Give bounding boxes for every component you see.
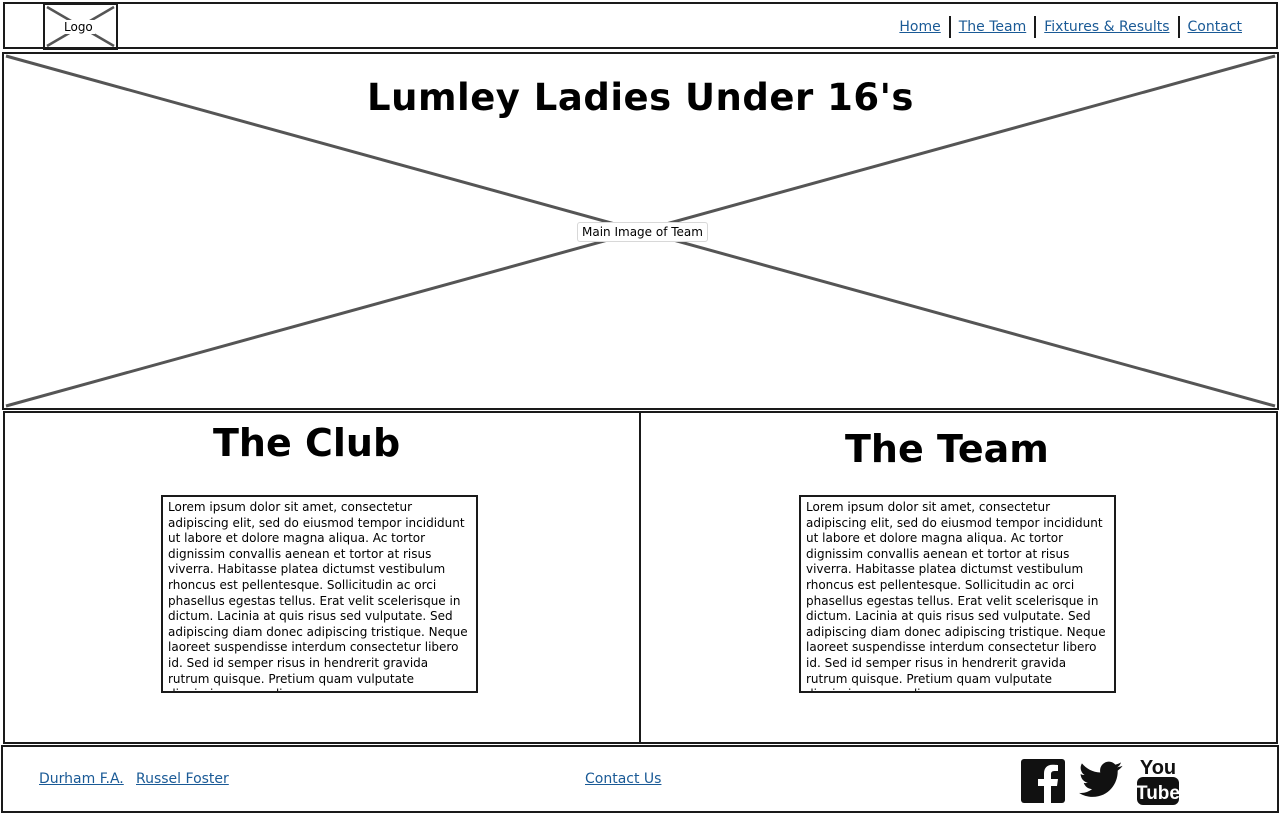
- team-text-area[interactable]: Lorem ipsum dolor sit amet, consectetur …: [799, 495, 1116, 693]
- header-bar: Logo Home The Team Fixtures & Results Co…: [3, 2, 1278, 50]
- footer-bar: Durham F.A. Russel Foster Contact Us You…: [1, 745, 1279, 813]
- footer-link-contact-us[interactable]: Contact Us: [585, 771, 661, 787]
- club-text-area[interactable]: Lorem ipsum dolor sit amet, consectetur …: [161, 495, 478, 693]
- page-title: Lumley Ladies Under 16's: [367, 76, 914, 119]
- hero-image-label: Main Image of Team: [577, 222, 708, 242]
- main-nav: Home The Team Fixtures & Results Contact: [891, 16, 1250, 38]
- svg-text:You: You: [1140, 757, 1176, 779]
- nav-link-contact[interactable]: Contact: [1180, 19, 1250, 35]
- hero-image-placeholder: Lumley Ladies Under 16's Main Image of T…: [2, 52, 1279, 410]
- logo-placeholder[interactable]: Logo: [43, 3, 118, 50]
- svg-text:Tube: Tube: [1136, 783, 1180, 804]
- nav-link-home[interactable]: Home: [891, 19, 948, 35]
- nav-link-fixtures-results[interactable]: Fixtures & Results: [1036, 19, 1177, 35]
- footer-link-russel-foster[interactable]: Russel Foster: [136, 771, 229, 787]
- facebook-icon[interactable]: [1021, 759, 1065, 803]
- youtube-icon[interactable]: You Tube: [1135, 755, 1181, 807]
- club-heading: The Club: [213, 421, 401, 465]
- footer-link-durham-fa[interactable]: Durham F.A.: [39, 771, 124, 787]
- twitter-icon[interactable]: [1079, 761, 1123, 799]
- team-heading: The Team: [845, 427, 1049, 471]
- logo-label: Logo: [62, 20, 95, 34]
- nav-link-the-team[interactable]: The Team: [951, 19, 1035, 35]
- club-section: The Club Lorem ipsum dolor sit amet, con…: [3, 411, 641, 744]
- team-section: The Team Lorem ipsum dolor sit amet, con…: [639, 411, 1278, 744]
